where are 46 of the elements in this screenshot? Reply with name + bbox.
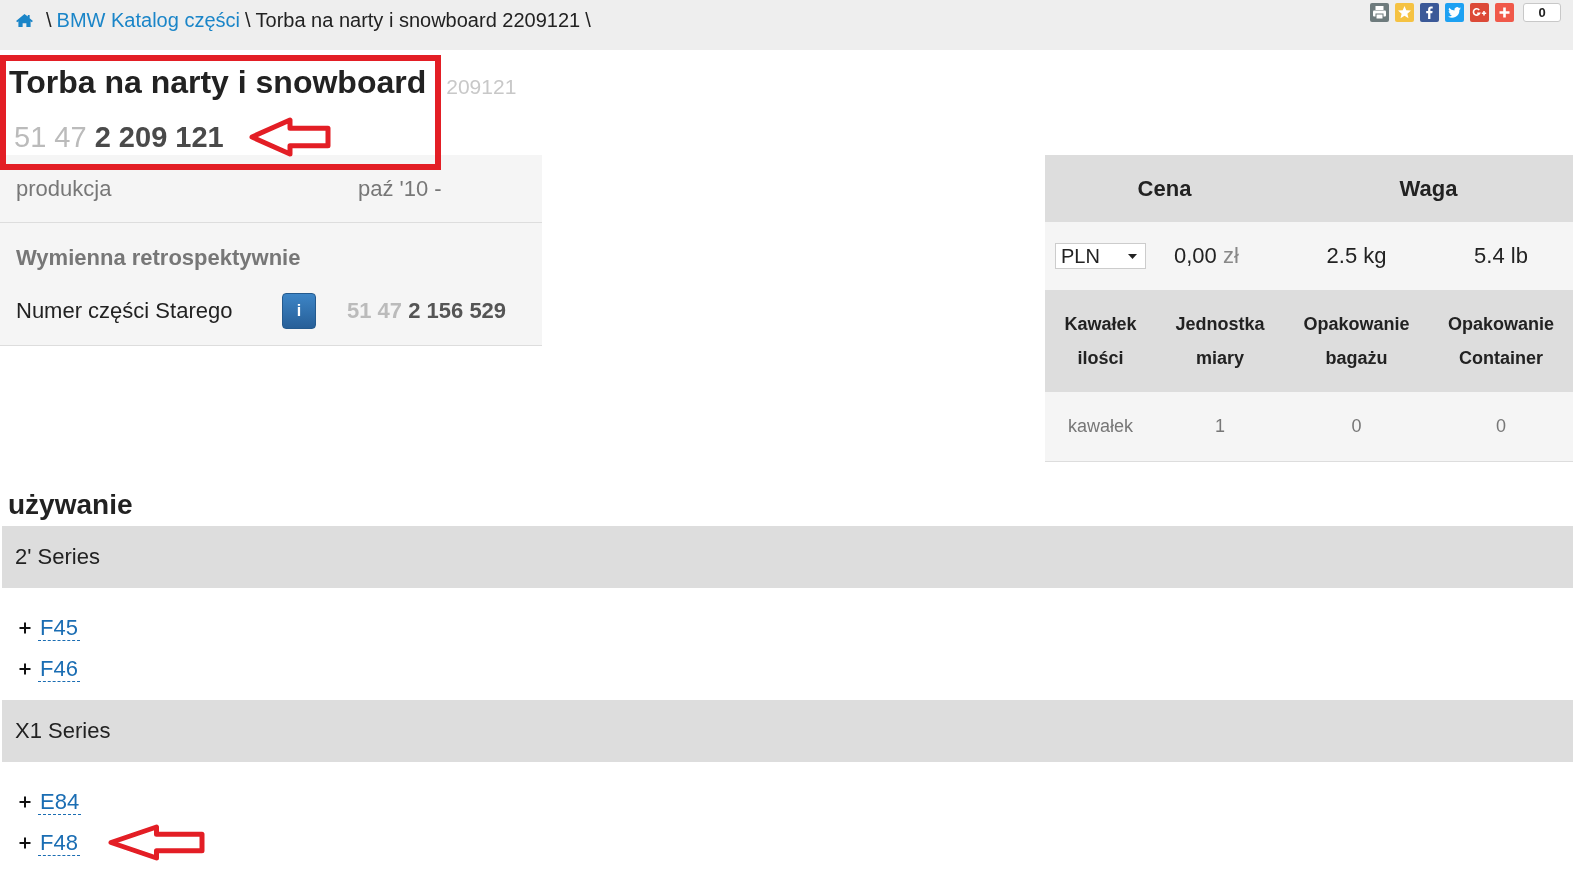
series-header: 2' Series bbox=[2, 526, 1573, 588]
caret-icon bbox=[1128, 253, 1137, 259]
breadcrumb-separator: \ bbox=[585, 8, 591, 32]
column-header: Opakowanie Container bbox=[1429, 290, 1573, 392]
detail-label: produkcja bbox=[16, 176, 113, 202]
table-cell: 0 bbox=[1429, 392, 1573, 461]
column-header: Jednostka miary bbox=[1156, 290, 1284, 392]
column-header: Cena bbox=[1045, 155, 1284, 222]
part-title: Torba na narty i snowboard bbox=[9, 63, 427, 102]
plus-icon[interactable] bbox=[19, 662, 31, 675]
weight-value: 5.4 lb bbox=[1429, 222, 1573, 290]
plus-icon[interactable] bbox=[19, 621, 31, 634]
table-cell: 1 bbox=[1156, 392, 1284, 461]
breadcrumb-current: Torba na narty i snowboard 2209121 bbox=[255, 8, 581, 32]
table-cell: kawałek bbox=[1045, 392, 1156, 461]
model-link[interactable]: F46 bbox=[38, 655, 80, 682]
series-header: X1 Series bbox=[2, 700, 1573, 762]
section-heading: Wymienna retrospektywnie bbox=[15, 244, 302, 271]
share-count: 0 bbox=[1523, 3, 1561, 22]
breadcrumb-link[interactable]: BMW Katalog części bbox=[56, 8, 240, 32]
part-number: 51 47 2 156 529 bbox=[347, 298, 507, 324]
weight-value: 2.5 kg bbox=[1284, 222, 1429, 290]
home-icon[interactable] bbox=[15, 12, 34, 28]
print-icon[interactable] bbox=[1370, 3, 1389, 22]
detail-label: Numer części Starego bbox=[16, 298, 234, 324]
column-header: Waga bbox=[1284, 155, 1573, 222]
breadcrumb-separator: \ bbox=[244, 8, 251, 32]
column-header: Opakowanie bagażu bbox=[1284, 290, 1429, 392]
model-link[interactable]: F48 bbox=[38, 829, 80, 856]
section-heading: używanie bbox=[8, 488, 134, 522]
currency-select[interactable]: PLN bbox=[1055, 243, 1146, 269]
info-button[interactable]: i bbox=[282, 293, 316, 329]
facebook-icon[interactable] bbox=[1420, 3, 1439, 22]
star-icon[interactable] bbox=[1395, 3, 1414, 22]
model-link[interactable]: E84 bbox=[38, 788, 82, 815]
twitter-icon[interactable] bbox=[1445, 3, 1464, 22]
table-cell: 0 bbox=[1284, 392, 1429, 461]
detail-value: paź '10 - bbox=[358, 176, 443, 202]
google-plus-icon[interactable] bbox=[1470, 3, 1489, 22]
price-value: 0,00 zł bbox=[1156, 222, 1284, 290]
column-header: Kawałek ilości bbox=[1045, 290, 1156, 392]
plus-icon[interactable] bbox=[19, 836, 31, 849]
model-link[interactable]: F45 bbox=[38, 614, 80, 641]
plus-icon[interactable] bbox=[19, 795, 31, 808]
breadcrumb-separator: \ bbox=[46, 8, 52, 32]
part-number: 51 47 2 209 121 bbox=[13, 120, 224, 154]
